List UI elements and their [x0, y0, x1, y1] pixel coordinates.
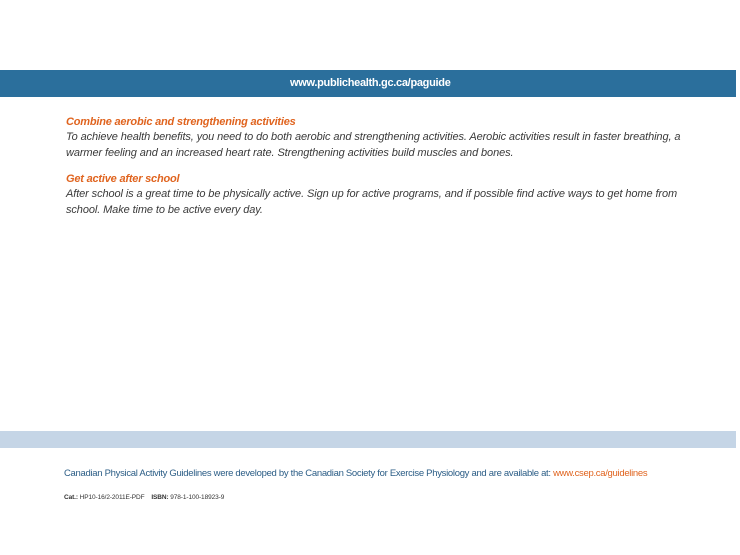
- catalogue-info: Cat.: HP10-16/2-2011E-PDF ISBN: 978-1-10…: [64, 494, 224, 501]
- footer-divider-band: [0, 431, 736, 448]
- tip-heading: Get active after school: [66, 173, 180, 185]
- csep-guidelines-link[interactable]: www.csep.ca/guidelines: [553, 468, 648, 479]
- catalogue-label: Cat.:: [64, 494, 78, 501]
- tip-aerobic-strengthening: Combine aerobic and strengthening activi…: [66, 115, 706, 161]
- tip-heading: Combine aerobic and strengthening activi…: [66, 116, 296, 128]
- tip-body: To achieve health benefits, you need to …: [66, 131, 681, 159]
- footer-credit: Canadian Physical Activity Guidelines we…: [64, 468, 648, 479]
- footer-credit-text: Canadian Physical Activity Guidelines we…: [64, 468, 554, 479]
- tip-body: After school is a great time to be physi…: [66, 188, 678, 216]
- isbn-label: ISBN:: [151, 494, 169, 501]
- catalogue-number: HP10-16/2-2011E-PDF: [79, 494, 145, 501]
- url-banner: www.publichealth.gc.ca/paguide: [0, 70, 736, 97]
- tip-after-school: Get active after school After school is …: [66, 172, 706, 218]
- paguide-url-link[interactable]: www.publichealth.gc.ca/paguide: [290, 77, 451, 89]
- isbn-number: 978-1-100-18923-9: [170, 494, 225, 501]
